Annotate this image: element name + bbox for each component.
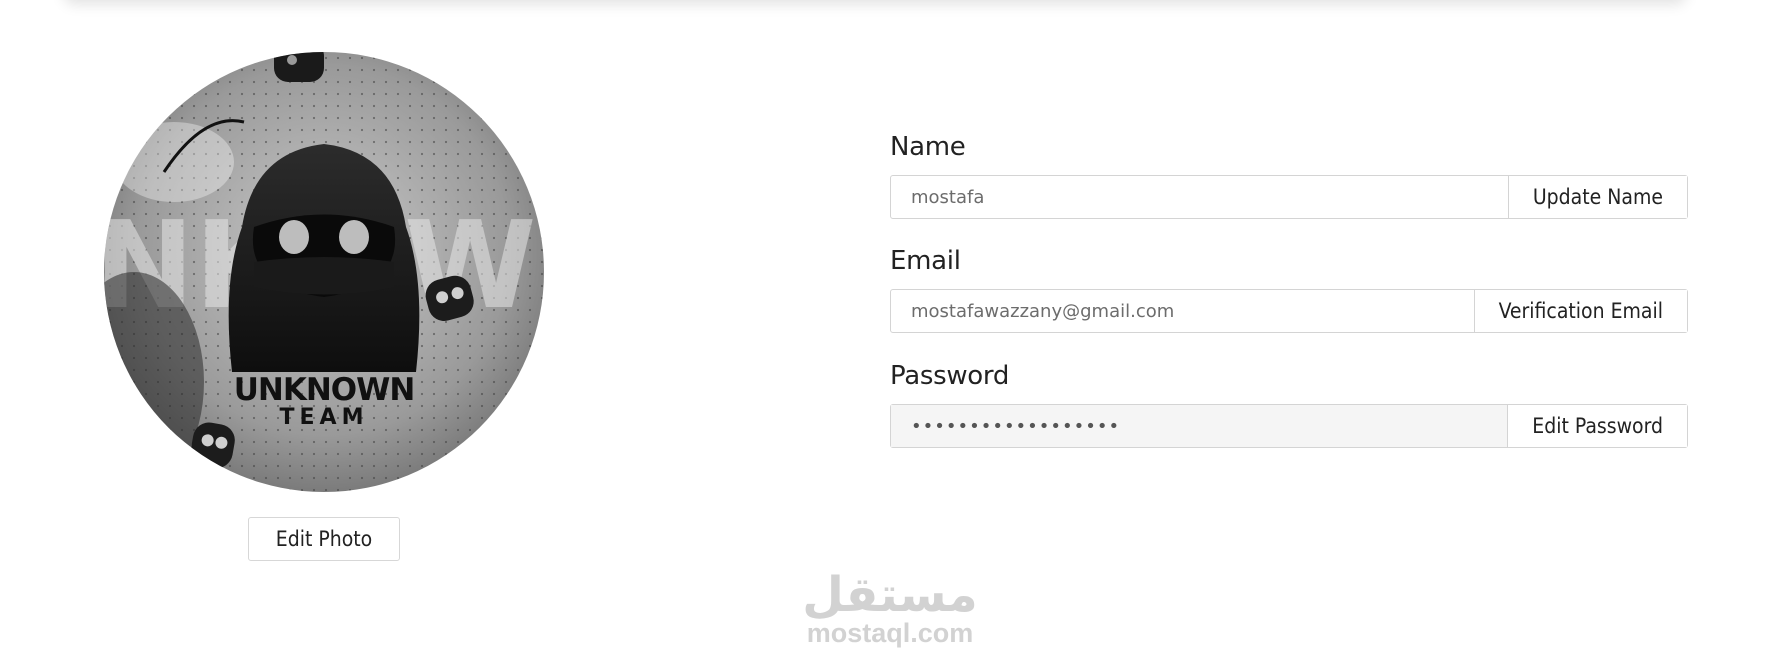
avatar-logo-text: UNKNOWN: [234, 372, 415, 408]
profile-settings-page: NK W UNKNOWN TEAM Edit Photo Name mostaf…: [0, 0, 1786, 663]
edit-photo-button[interactable]: Edit Photo: [248, 517, 400, 561]
watermark-latin-text: mostaql.com: [806, 618, 974, 648]
name-field-group: Update Name: [890, 175, 1688, 219]
name-input[interactable]: [891, 176, 1508, 218]
watermark-arabic-text: مستقل: [802, 567, 978, 623]
avatar-image: NK W UNKNOWN TEAM: [104, 52, 544, 492]
avatar-logo-subtext: TEAM: [280, 405, 369, 430]
edit-password-button[interactable]: Edit Password: [1507, 405, 1687, 447]
password-field-group: Edit Password: [890, 404, 1688, 448]
name-label: Name: [890, 132, 966, 162]
password-label: Password: [890, 361, 1010, 391]
email-label: Email: [890, 246, 961, 276]
update-name-button[interactable]: Update Name: [1507, 176, 1687, 218]
profile-avatar: NK W UNKNOWN TEAM: [104, 52, 544, 492]
mostaql-watermark: مستقل mostaql.com: [800, 568, 980, 648]
password-input[interactable]: [891, 405, 1508, 447]
verification-email-button[interactable]: Verification Email: [1473, 290, 1687, 332]
email-input[interactable]: [891, 290, 1474, 332]
svg-text:W: W: [404, 197, 536, 336]
email-field-group: Verification Email: [890, 289, 1688, 333]
